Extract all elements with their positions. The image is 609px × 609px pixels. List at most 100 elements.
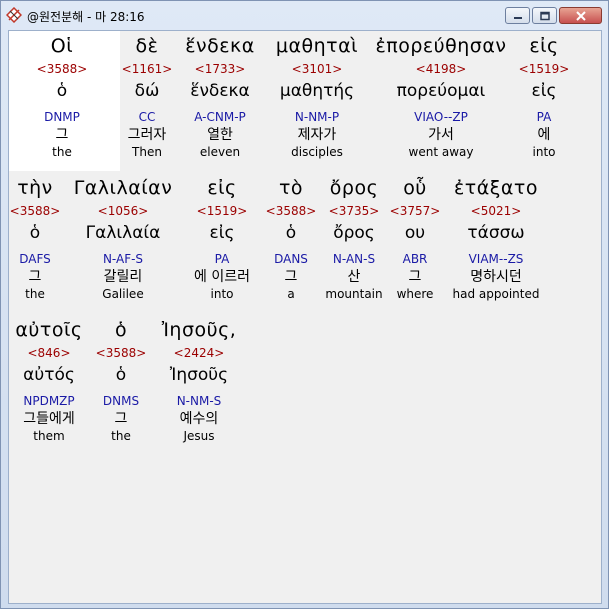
lemma: πορεύομαι: [396, 81, 486, 101]
lemma: εἰς: [209, 223, 235, 243]
word-column[interactable]: αὐτοῖς <846> αὐτός NPDMZP 그들에게 them: [9, 315, 89, 444]
parsing-code: CC: [138, 110, 156, 124]
strong-number: <1733>: [194, 62, 246, 76]
korean-gloss: 그: [284, 269, 298, 285]
word-column[interactable]: ἐτάξατο <5021> τάσσω VIAM--ZS 명하시던 had a…: [445, 173, 547, 302]
greek-word: ὁ: [114, 319, 128, 341]
greek-word: ἕνδεκα: [185, 35, 255, 57]
word-column[interactable]: εἰς <1519> εἰς PA 에 into: [513, 31, 575, 160]
parsing-code: ABR: [402, 252, 428, 266]
greek-word: Οἱ: [50, 35, 74, 57]
strong-number: <3735>: [328, 204, 380, 218]
parsing-code: N-NM-P: [294, 110, 340, 124]
parsing-code: PA: [214, 252, 230, 266]
greek-word: εἰς: [207, 177, 237, 199]
lemma: ὁ: [56, 81, 68, 101]
word-column[interactable]: ὁ <3588> ὁ DNMS 그 the: [93, 315, 149, 444]
lemma: αὐτός: [23, 365, 75, 385]
greek-word: ὄρος: [329, 177, 379, 199]
strong-number: <4198>: [415, 62, 467, 76]
word-column[interactable]: τὴν <3588> ὁ DAFS 그 the: [9, 173, 61, 302]
strong-number: <5021>: [470, 204, 522, 218]
korean-gloss: 예수의: [179, 411, 219, 427]
word-column[interactable]: εἰς <1519> εἰς PA 에 이르러 into: [185, 173, 259, 302]
strong-number: <1161>: [121, 62, 173, 76]
minimize-button[interactable]: [505, 7, 530, 24]
word-column[interactable]: οὗ <3757> ου ABR 그 where: [389, 173, 441, 302]
word-column[interactable]: ἐπορεύθησαν <4198> πορεύομαι VIAO--ZP 가서…: [369, 31, 513, 160]
minimize-icon: [513, 16, 522, 19]
korean-gloss: 그들에게: [23, 411, 75, 427]
word-column[interactable]: ἕνδεκα <1733> ἕνδεκα A-CNM-P 열한 eleven: [175, 31, 265, 160]
english-gloss: went away: [408, 145, 474, 159]
word-column[interactable]: Οἱ <3588> ὁ DNMP 그 the: [12, 31, 112, 160]
strong-number: <2424>: [173, 346, 225, 360]
parsing-code: N-AN-S: [332, 252, 376, 266]
parsing-code: N-NM-S: [176, 394, 222, 408]
parsing-code: DNMP: [44, 110, 80, 124]
greek-word: μαθηταὶ: [275, 35, 359, 57]
parsing-code: DNMS: [102, 394, 140, 408]
word-column[interactable]: τὸ <3588> ὁ DANS 그 a: [263, 173, 319, 302]
english-gloss: into: [210, 287, 234, 301]
app-window: @원전분해 - 마 28:16 Οἱ <3588> ὁ DNMP 그 the δ…: [0, 0, 609, 609]
close-icon: [575, 10, 586, 21]
korean-gloss: 에 이르러: [194, 269, 250, 285]
word-column[interactable]: Γαλιλαίαν <1056> Γαλιλαία N-AF-S 갈릴리 Gal…: [65, 173, 181, 302]
korean-gloss: 그: [114, 411, 128, 427]
parsing-code: VIAO--ZP: [414, 110, 468, 124]
maximize-icon: [539, 11, 550, 20]
lemma: ου: [404, 223, 426, 243]
word-column[interactable]: ὄρος <3735> ὄρος N-AN-S 산 mountain: [321, 173, 387, 302]
english-gloss: Then: [132, 145, 162, 159]
strong-number: <1519>: [196, 204, 248, 218]
word-column[interactable]: δὲ <1161> δώ CC 그러자 Then: [120, 31, 174, 160]
greek-word: ἐτάξατο: [454, 177, 538, 199]
close-button[interactable]: [559, 7, 602, 24]
greek-word: ἐπορεύθησαν: [375, 35, 507, 57]
lemma: εἰς: [531, 81, 557, 101]
korean-gloss: 산: [347, 269, 361, 285]
parsing-code: NPDMZP: [23, 394, 75, 408]
title-bar[interactable]: @원전분해 - 마 28:16: [1, 1, 608, 31]
greek-word: Γαλιλαίαν: [73, 177, 173, 199]
interlinear-view[interactable]: Οἱ <3588> ὁ DNMP 그 the δὲ <1161> δώ CC 그…: [8, 30, 602, 604]
strong-number: <3588>: [9, 204, 61, 218]
strong-number: <1056>: [97, 204, 149, 218]
strong-number: <3588>: [36, 62, 88, 76]
korean-gloss: 명하시던: [470, 269, 522, 285]
lemma: τάσσω: [467, 223, 525, 243]
korean-gloss: 그: [408, 269, 422, 285]
lemma: Ἰησοῦς: [169, 365, 229, 385]
lemma: ὁ: [29, 223, 41, 243]
korean-gloss: 갈릴리: [103, 269, 143, 285]
english-gloss: had appointed: [452, 287, 540, 301]
korean-gloss: 가서: [428, 127, 454, 143]
parsing-code: DAFS: [19, 252, 51, 266]
greek-word: τὴν: [17, 177, 53, 199]
korean-gloss: 에: [537, 127, 551, 143]
english-gloss: where: [396, 287, 434, 301]
english-gloss: Galilee: [102, 287, 144, 301]
english-gloss: mountain: [325, 287, 383, 301]
english-gloss: them: [33, 429, 65, 443]
app-logo-icon: [6, 7, 22, 23]
lemma: ὁ: [285, 223, 297, 243]
word-column[interactable]: Ἰησοῦς, <2424> Ἰησοῦς N-NM-S 예수의 Jesus: [155, 315, 243, 444]
korean-gloss: 제자가: [297, 127, 337, 143]
greek-word: τὸ: [278, 177, 304, 199]
lemma: ἕνδεκα: [190, 81, 250, 101]
korean-gloss: 그: [55, 127, 69, 143]
maximize-button[interactable]: [532, 7, 557, 24]
word-column[interactable]: μαθηταὶ <3101> μαθητής N-NM-P 제자가 discip…: [267, 31, 367, 160]
greek-word: εἰς: [529, 35, 559, 57]
english-gloss: a: [287, 287, 295, 301]
strong-number: <3588>: [265, 204, 317, 218]
parsing-code: PA: [536, 110, 552, 124]
english-gloss: eleven: [199, 145, 241, 159]
lemma: μαθητής: [279, 81, 355, 101]
english-gloss: the: [25, 287, 45, 301]
lemma: δώ: [134, 81, 160, 101]
lemma: Γαλιλαία: [85, 223, 161, 243]
caption-buttons: [503, 7, 602, 25]
